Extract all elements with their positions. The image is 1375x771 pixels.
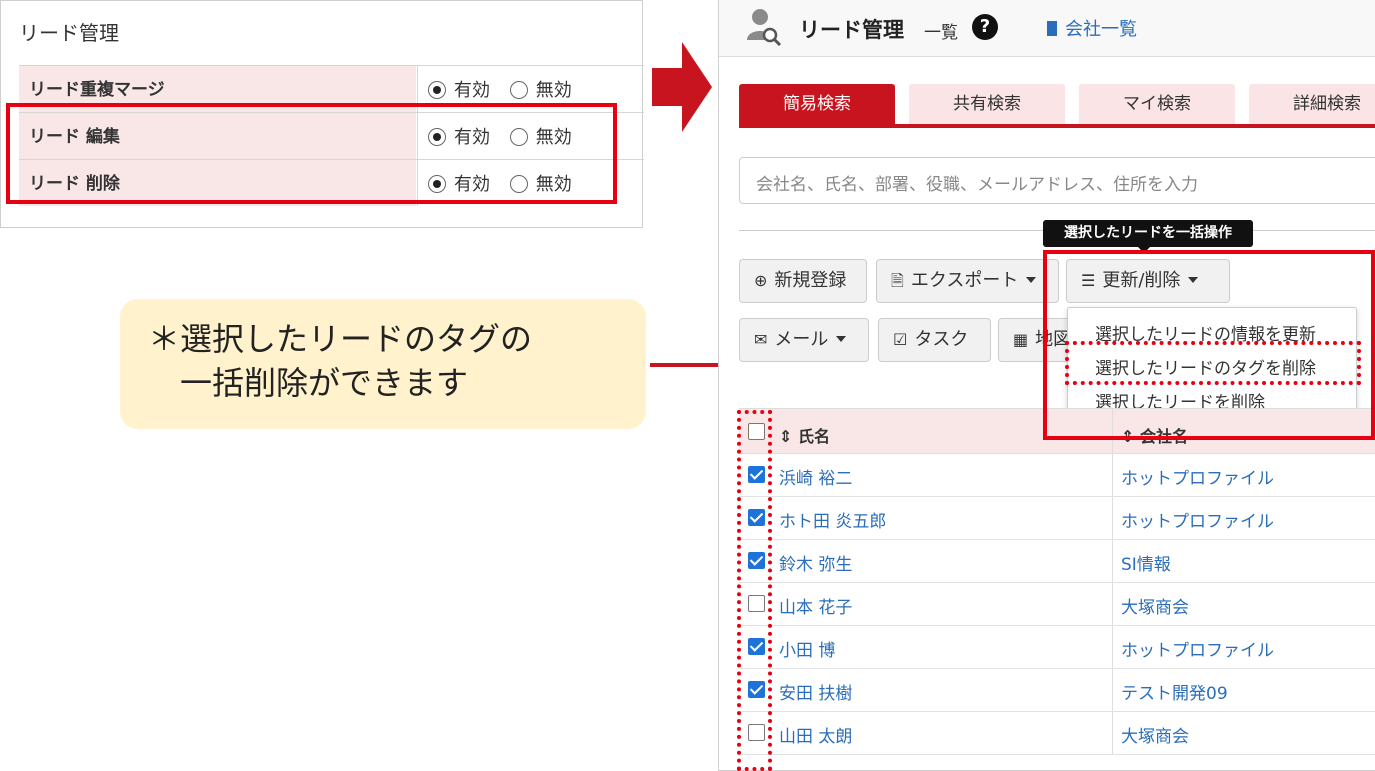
callout-line1: ＊選択したリードのタグの <box>148 320 533 358</box>
lead-name-link[interactable]: ホト田 炎五郎 <box>779 507 886 532</box>
new-lead-label: 新規登録 <box>774 270 847 291</box>
table-row: ホト田 炎五郎 ホットプロファイル <box>739 497 1375 540</box>
map-icon: ▦ <box>1013 330 1029 349</box>
building-icon <box>1047 21 1057 36</box>
company-name-link[interactable]: ホットプロファイル <box>1121 507 1274 532</box>
company-list-link[interactable]: 会社一覧 <box>1047 15 1137 41</box>
highlight-checkboxes <box>737 410 772 771</box>
tab-shared-search[interactable]: 共有検索 <box>909 84 1065 124</box>
page-title: リード管理 <box>799 18 904 42</box>
arrow-right-icon <box>652 42 712 132</box>
export-button[interactable]: 🗎 エクスポート <box>876 259 1059 303</box>
lead-name-link[interactable]: 山本 花子 <box>779 593 852 618</box>
highlight-edit-delete <box>6 103 617 204</box>
table-row: 浜崎 裕二 ホットプロファイル <box>739 454 1375 497</box>
company-name-link[interactable]: SI情報 <box>1121 550 1171 575</box>
mail-button[interactable]: ✉ メール <box>739 318 869 362</box>
chevron-down-icon <box>1026 277 1037 283</box>
page-subtitle: 一覧 <box>924 23 958 43</box>
plus-circle-icon: ⊕ <box>754 271 768 290</box>
company-name-link[interactable]: ホットプロファイル <box>1121 464 1274 489</box>
lead-name-link[interactable]: 小田 博 <box>779 636 835 661</box>
table-row: 鈴木 弥生 SI情報 <box>739 540 1375 583</box>
company-list-label: 会社一覧 <box>1065 19 1137 40</box>
tab-my-search[interactable]: マイ検索 <box>1079 84 1235 124</box>
column-header-name[interactable]: ⇕ 氏名 <box>779 423 830 447</box>
table-row: 小田 博 ホットプロファイル <box>739 626 1375 669</box>
highlight-delete-tags <box>1065 341 1361 385</box>
task-label: タスク <box>914 329 969 350</box>
chevron-down-icon <box>836 336 847 342</box>
company-name-link[interactable]: テスト開発09 <box>1121 679 1228 704</box>
app-header: リード管理 一覧 ? 会社一覧 <box>719 0 1375 57</box>
callout-line2: 一括削除ができます <box>180 364 469 402</box>
radio-label: 有効 <box>454 80 490 101</box>
check-square-icon: ☑ <box>893 330 908 349</box>
search-input[interactable]: 会社名、氏名、部署、役職、メールアドレス、住所を入力 <box>739 157 1375 204</box>
task-button[interactable]: ☑ タスク <box>878 318 991 362</box>
callout-note: ＊選択したリードのタグの 一括削除ができます <box>120 299 646 429</box>
table-row: 山田 太朗 大塚商会 <box>739 712 1375 755</box>
lead-name-link[interactable]: 鈴木 弥生 <box>779 550 852 575</box>
radio-disabled[interactable] <box>509 81 528 99</box>
new-lead-button[interactable]: ⊕ 新規登録 <box>739 259 867 303</box>
envelope-icon: ✉ <box>754 330 768 349</box>
bulk-action-tooltip: 選択したリードを一括操作 <box>1043 220 1253 253</box>
lead-name-link[interactable]: 山田 太朗 <box>779 722 852 747</box>
settings-title: リード管理 <box>19 21 119 45</box>
lead-search-icon <box>747 9 782 46</box>
table-row: 山本 花子 大塚商会 <box>739 583 1375 626</box>
export-label: エクスポート <box>910 270 1019 291</box>
mail-label: メール <box>774 329 829 350</box>
help-icon[interactable]: ? <box>972 14 998 40</box>
radio-label: 無効 <box>535 80 572 101</box>
lead-name-link[interactable]: 安田 扶樹 <box>779 679 852 704</box>
export-file-icon: 🗎 <box>891 271 904 290</box>
company-name-link[interactable]: 大塚商会 <box>1121 593 1189 618</box>
company-name-link[interactable]: 大塚商会 <box>1121 722 1189 747</box>
company-name-link[interactable]: ホットプロファイル <box>1121 636 1274 661</box>
tab-simple-search[interactable]: 簡易検索 <box>739 84 895 124</box>
radio-enabled[interactable] <box>428 81 446 99</box>
table-row: 安田 扶樹 テスト開発09 <box>739 669 1375 712</box>
search-tabs: 簡易検索 共有検索 マイ検索 詳細検索 <box>739 84 1375 128</box>
lead-name-link[interactable]: 浜崎 裕二 <box>779 464 852 489</box>
tab-advanced-search[interactable]: 詳細検索 <box>1249 84 1375 124</box>
